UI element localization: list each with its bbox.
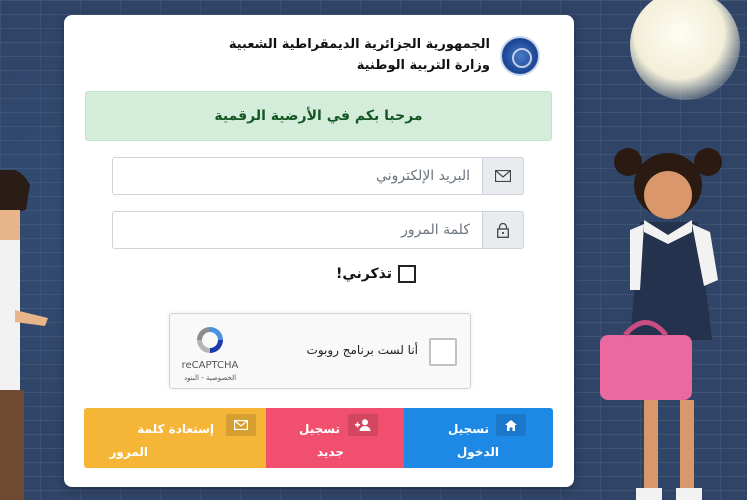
lock-icon: [483, 211, 524, 249]
recaptcha-brand: reCAPTCHA: [181, 360, 239, 371]
password-field-group: [112, 211, 524, 249]
recover-button-label-line1: إستعادة كلمة: [137, 422, 214, 436]
recaptcha-logo-icon: [197, 327, 223, 353]
remember-me-checkbox[interactable]: [398, 265, 416, 283]
header: الجمهورية الجزائرية الديمقراطية الشعبية …: [64, 15, 574, 95]
recover-button-label-line2: المرور: [109, 445, 149, 459]
ministry-emblem-icon: [500, 36, 540, 76]
recaptcha-widget: أنا لست برنامج روبوت reCAPTCHA الخصوصية …: [169, 313, 471, 389]
envelope-icon: [226, 414, 256, 436]
remember-me-label: تذكرني!: [336, 266, 392, 282]
login-button-label-line2: الدخول: [456, 445, 499, 459]
register-button[interactable]: تسجيل جديد: [266, 408, 404, 468]
remember-me[interactable]: تذكرني!: [336, 265, 416, 283]
recaptcha-terms-link[interactable]: الخصوصية - البنود: [180, 374, 240, 382]
student-illustration-left: [0, 170, 48, 500]
register-button-label-line2: جديد: [316, 445, 344, 459]
email-input[interactable]: [112, 157, 483, 195]
login-button[interactable]: تسجيل الدخول: [404, 408, 553, 468]
email-field-group: [112, 157, 524, 195]
recaptcha-label: أنا لست برنامج روبوت: [306, 343, 418, 357]
password-input[interactable]: [112, 211, 483, 249]
recaptcha-checkbox[interactable]: [429, 338, 457, 366]
recover-password-button[interactable]: إستعادة كلمة المرور: [84, 408, 266, 468]
login-card: الجمهورية الجزائرية الديمقراطية الشعبية …: [64, 15, 574, 487]
home-icon: [496, 414, 526, 436]
register-button-label-line1: تسجيل: [299, 422, 340, 436]
header-title-ministry: وزارة التربية الوطنية: [356, 58, 490, 73]
welcome-alert: مرحبا بكم في الأرضية الرقمية: [85, 91, 552, 141]
envelope-icon: [483, 157, 524, 195]
header-title-republic: الجمهورية الجزائرية الديمقراطية الشعبية: [228, 37, 490, 52]
student-illustration-right: [600, 148, 722, 500]
user-plus-icon: [348, 414, 378, 436]
login-button-label-line1: تسجيل: [448, 422, 489, 436]
